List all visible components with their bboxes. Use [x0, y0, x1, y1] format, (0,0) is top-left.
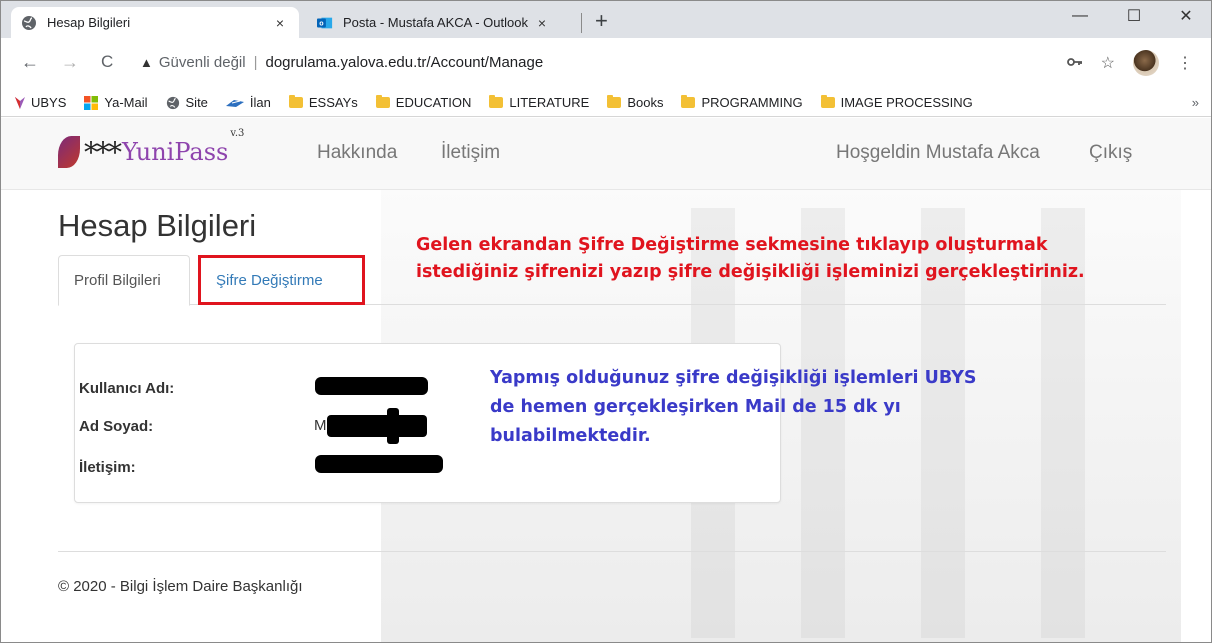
fullname-label: Ad Soyad: [79, 418, 154, 435]
folder-icon [288, 95, 303, 108]
folder-icon [681, 95, 696, 108]
bookmarks-overflow-button[interactable]: » [1192, 95, 1199, 110]
page-title: Hesap Bilgileri [58, 208, 257, 243]
bookmark-ilan[interactable]: İlan [225, 95, 271, 110]
tab-title: Hesap Bilgileri [47, 15, 131, 30]
ubys-icon [15, 96, 25, 109]
menu-icon[interactable]: ⋮ [1177, 53, 1193, 73]
bookmark-image-processing[interactable]: IMAGE PROCESSING [820, 95, 973, 110]
bookmark-label: Ya-Mail [104, 95, 148, 110]
back-button[interactable]: ← [21, 52, 39, 72]
tab-hesap-bilgileri[interactable]: Hesap Bilgileri × [11, 7, 299, 38]
tab-close-icon[interactable]: × [271, 15, 289, 31]
web-page: *** YuniPass v.3 Hakkında İletişim Hoşge… [1, 118, 1211, 642]
redacted-fullname [327, 415, 427, 437]
warning-icon[interactable]: ▲ [140, 55, 153, 70]
redacted-username [315, 377, 428, 395]
username-label: Kullanıcı Adı: [79, 380, 175, 397]
tab-close-icon[interactable]: × [533, 15, 551, 31]
bookmark-label: PROGRAMMING [701, 95, 803, 110]
tab-label: Şifre Değiştirme [216, 271, 323, 289]
url-separator: | [253, 53, 258, 71]
contact-label: İletişim: [79, 459, 136, 476]
annotation-blue: Yapmış olduğunuz şifre değişikliği işlem… [490, 368, 977, 446]
star-bookmark-icon[interactable]: ☆ [1101, 53, 1115, 73]
tab-title: Posta - Mustafa AKCA - Outlook [343, 15, 528, 30]
bookmark-essays[interactable]: ESSAYs [288, 95, 358, 110]
bookmark-label: İlan [249, 95, 271, 110]
nav-about-link[interactable]: Hakkında [317, 142, 397, 164]
close-window-button[interactable]: ✕ [1163, 1, 1209, 31]
url-text[interactable]: dogrulama.yalova.edu.tr/Account/Manage [266, 54, 544, 71]
bookmark-label: IMAGE PROCESSING [840, 95, 973, 110]
bookmark-literature[interactable]: LITERATURE [489, 95, 589, 110]
browser-window: Hesap Bilgileri × o Posta - Mustafa AKCA… [0, 0, 1212, 643]
bookmark-label: UBYS [31, 95, 67, 110]
folder-icon [489, 95, 504, 108]
browser-toolbar: ← → C ▲ Güvenli değil | dogrulama.yalova… [1, 38, 1211, 89]
address-bar[interactable]: ▲ Güvenli değil | dogrulama.yalova.edu.t… [140, 47, 1180, 77]
logo-leaf-icon [58, 136, 80, 168]
forward-button[interactable]: → [61, 52, 79, 72]
profile-avatar[interactable] [1133, 50, 1159, 76]
logout-link[interactable]: Çıkış [1089, 142, 1132, 164]
yunipass-logo[interactable]: *** YuniPass v.3 [58, 128, 279, 176]
key-icon[interactable] [1066, 54, 1083, 72]
logo-stars: *** [84, 135, 122, 169]
redacted-fullname-mark [387, 408, 399, 444]
new-tab-button[interactable]: + [595, 9, 608, 33]
tab-profile-info[interactable]: Profil Bilgileri [58, 255, 190, 306]
annotation-red: Gelen ekrandan Şifre Değiştirme sekmesin… [416, 235, 1085, 282]
footer-copyright: © 2020 - Bilgi İşlem Daire Başkanlığı [58, 578, 303, 595]
windows-icon [84, 95, 99, 110]
tab-label: Profil Bilgileri [74, 272, 161, 289]
ilan-icon [225, 98, 244, 108]
bookmark-label: Books [627, 95, 664, 110]
bookmark-education[interactable]: EDUCATION [375, 95, 472, 110]
tab-change-password[interactable]: Şifre Değiştirme [198, 255, 365, 305]
bookmark-label: EDUCATION [395, 95, 472, 110]
folder-icon [820, 95, 835, 108]
folder-icon [375, 95, 390, 108]
bookmark-books[interactable]: Books [607, 95, 663, 110]
bookmark-ubys[interactable]: UBYS [15, 95, 66, 110]
redacted-contact [315, 455, 443, 473]
bookmark-label: ESSAYs [308, 95, 358, 110]
outlook-icon: o [317, 15, 333, 31]
security-label: Güvenli değil [158, 53, 246, 71]
nav-contact-link[interactable]: İletişim [441, 142, 500, 164]
globe-icon [21, 15, 37, 31]
bookmark-programming[interactable]: PROGRAMMING [681, 95, 803, 110]
fullname-fragment: M [314, 417, 327, 434]
bookmark-label: LITERATURE [509, 95, 590, 110]
maximize-button[interactable]: ☐ [1111, 1, 1157, 31]
reload-button[interactable]: C [101, 52, 113, 72]
tab-strip: Hesap Bilgileri × o Posta - Mustafa AKCA… [1, 1, 1211, 38]
site-navbar: *** YuniPass v.3 Hakkında İletişim Hoşge… [1, 118, 1211, 190]
minimize-button[interactable]: — [1057, 1, 1103, 31]
tab-separator [581, 13, 582, 33]
bookmark-label: Site [185, 95, 208, 110]
toolbar-icons: ☆ ⋮ [1066, 50, 1193, 76]
svg-text:o: o [319, 19, 324, 27]
globe-icon [166, 96, 180, 110]
logo-version: v.3 [230, 128, 245, 139]
logo-name: YuniPass [122, 138, 229, 166]
folder-icon [607, 95, 622, 108]
footer-divider [58, 551, 1166, 552]
bookmarks-bar: UBYS Ya-Mail Site İlan ESSAYs EDUCATION … [1, 89, 1211, 117]
bookmark-site[interactable]: Site [166, 95, 208, 110]
bookmark-ya-mail[interactable]: Ya-Mail [84, 95, 148, 110]
tab-outlook[interactable]: o Posta - Mustafa AKCA - Outlook × [307, 7, 561, 38]
welcome-user-link[interactable]: Hoşgeldin Mustafa Akca [836, 142, 1040, 164]
